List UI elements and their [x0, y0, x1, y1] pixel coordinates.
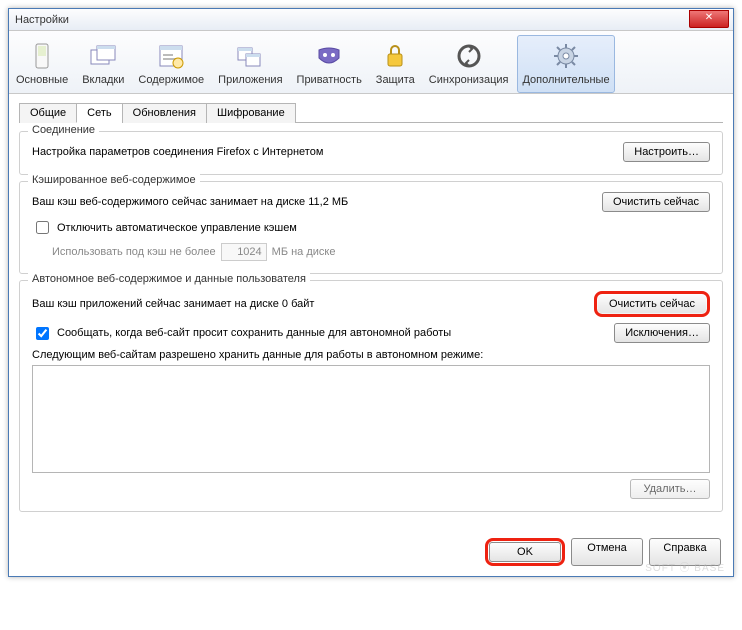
cache-usage-text: Ваш кэш веб-содержимого сейчас занимает … — [32, 196, 348, 208]
titlebar: Настройки ✕ — [9, 9, 733, 31]
offline-group: Автономное веб-содержимое и данные польз… — [19, 280, 723, 512]
tab-network[interactable]: Сеть — [76, 103, 122, 123]
category-security[interactable]: Защита — [371, 35, 420, 93]
clear-offline-button[interactable]: Очистить сейчас — [594, 291, 710, 317]
mask-icon — [313, 40, 345, 72]
remove-site-button[interactable]: Удалить… — [630, 479, 710, 499]
cache-limit-prefix: Использовать под кэш не более — [52, 246, 216, 258]
category-advanced[interactable]: Дополнительные — [517, 35, 614, 93]
cache-limit-input[interactable] — [221, 243, 267, 261]
content-area: Общие Сеть Обновления Шифрование Соедине… — [9, 94, 733, 528]
override-cache-label: Отключить автоматическое управление кэше… — [57, 222, 297, 234]
category-toolbar: Основные Вкладки Содержимое Приложения П… — [9, 31, 733, 94]
cache-title: Кэшированное веб-содержимое — [28, 174, 200, 186]
category-applications[interactable]: Приложения — [213, 35, 287, 93]
connection-title: Соединение — [28, 124, 99, 136]
tabs-icon — [87, 40, 119, 72]
category-content[interactable]: Содержимое — [133, 35, 209, 93]
watermark: SOFT ⦿ BASE — [645, 559, 725, 574]
tab-general[interactable]: Общие — [19, 103, 77, 123]
dialog-footer: OK Отмена Справка — [9, 528, 733, 576]
connection-text: Настройка параметров соединения Firefox … — [32, 146, 323, 158]
notify-offline-label: Сообщать, когда веб-сайт просит сохранит… — [57, 327, 451, 339]
ok-highlight: OK — [485, 538, 565, 566]
tab-encryption[interactable]: Шифрование — [206, 103, 296, 123]
close-button[interactable]: ✕ — [689, 10, 729, 28]
cache-limit-suffix: МБ на диске — [272, 246, 336, 258]
switch-icon — [26, 40, 58, 72]
offline-list-label: Следующим веб-сайтам разрешено хранить д… — [32, 349, 483, 361]
offline-usage-text: Ваш кэш приложений сейчас занимает на ди… — [32, 298, 314, 310]
override-cache-checkbox[interactable] — [36, 221, 49, 234]
offline-sites-listbox[interactable] — [32, 365, 710, 473]
connection-settings-button[interactable]: Настроить… — [623, 142, 710, 162]
category-general[interactable]: Основные — [11, 35, 73, 93]
sync-icon — [453, 40, 485, 72]
clear-cache-button[interactable]: Очистить сейчас — [602, 192, 710, 212]
subtabs: Общие Сеть Обновления Шифрование — [19, 102, 723, 123]
lock-icon — [379, 40, 411, 72]
gear-icon — [550, 40, 582, 72]
offline-exceptions-button[interactable]: Исключения… — [614, 323, 710, 343]
window-title: Настройки — [15, 14, 69, 26]
category-tabs[interactable]: Вкладки — [77, 35, 129, 93]
cache-group: Кэшированное веб-содержимое Ваш кэш веб-… — [19, 181, 723, 274]
applications-icon — [234, 40, 266, 72]
category-sync[interactable]: Синхронизация — [424, 35, 514, 93]
ok-button[interactable]: OK — [489, 542, 561, 562]
offline-title: Автономное веб-содержимое и данные польз… — [28, 273, 310, 285]
connection-group: Соединение Настройка параметров соединен… — [19, 131, 723, 175]
content-icon — [155, 40, 187, 72]
notify-offline-checkbox[interactable] — [36, 327, 49, 340]
category-privacy[interactable]: Приватность — [292, 35, 367, 93]
cancel-button[interactable]: Отмена — [571, 538, 643, 566]
settings-window: Настройки ✕ Основные Вкладки Содержимое … — [8, 8, 734, 577]
tab-updates[interactable]: Обновления — [122, 103, 207, 123]
